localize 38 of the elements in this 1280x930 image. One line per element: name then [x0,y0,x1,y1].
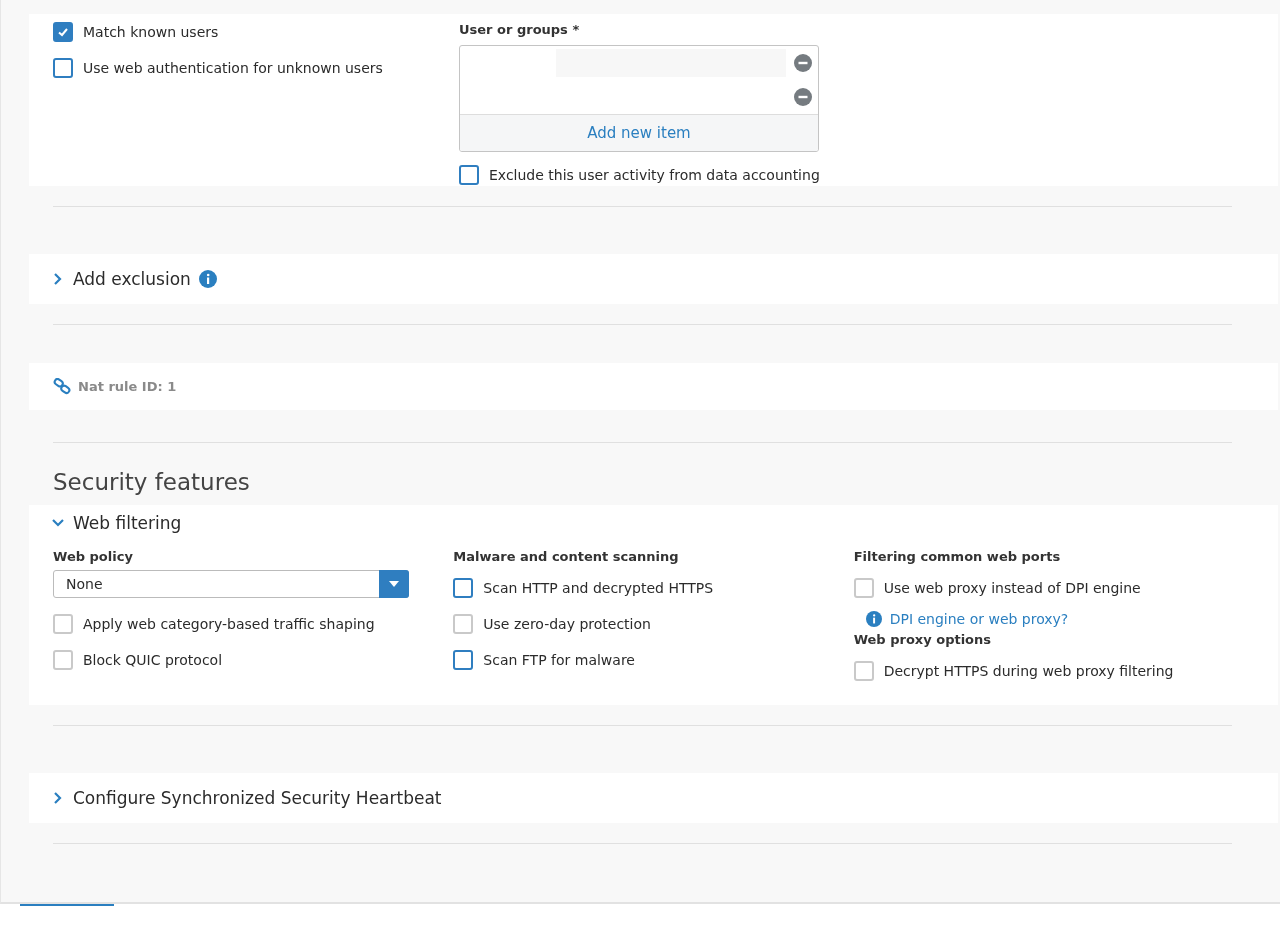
link-icon [53,378,72,395]
checkbox-label: Use zero-day protection [483,616,651,632]
checkbox[interactable] [453,578,474,598]
add-new-item-button[interactable]: Add new item [460,114,818,151]
remove-icon[interactable] [794,54,812,72]
checkmark-icon [57,26,69,38]
dropdown-caret-icon [389,581,399,587]
field-label: Malware and content scanning [453,549,680,564]
web-policy-select[interactable]: None [53,570,409,598]
nat-rule-id: Nat rule ID: 1 [78,379,177,394]
field-label: Web policy [53,549,134,564]
info-icon [865,611,882,627]
checkbox-label: Use web proxy instead of DPI engine [883,580,1141,596]
checkbox[interactable] [459,165,479,185]
web-filtering-toggle[interactable]: Web filtering [53,513,1254,533]
checkbox-label: Apply web category-based traffic shaping [83,616,375,632]
checkbox-label: Decrypt HTTPS during web proxy filtering [883,663,1174,679]
checkbox-label: Match known users [83,24,219,40]
help-link[interactable]: DPI engine or web proxy? [889,611,1069,627]
chevron-icon [53,272,63,286]
remove-icon[interactable] [794,88,812,106]
chevron-icon [53,791,63,805]
checkbox-label: Use web authentication for unknown users [83,60,383,76]
field-label: Filtering common web ports [853,549,1062,564]
section-heading: Security features [53,469,251,495]
chevron-icon [51,518,65,528]
add-exclusion-toggle[interactable]: Add exclusion [53,269,191,289]
checkbox-label: Block QUIC protocol [83,652,223,668]
heartbeat-toggle[interactable]: Configure Synchronized Security Heartbeat [53,788,442,808]
info-icon[interactable] [198,270,217,288]
checkbox[interactable] [453,650,474,670]
checkbox-label: Exclude this user activity from data accounting [489,167,820,183]
checkbox-label: Scan FTP for malware [483,652,635,668]
field-label: Web proxy options [853,632,993,647]
checkbox[interactable] [53,22,73,42]
checkbox[interactable] [53,58,73,78]
checkbox-label: Scan HTTP and decrypted HTTPS [483,580,714,596]
field-label: User or groups * [459,22,581,37]
